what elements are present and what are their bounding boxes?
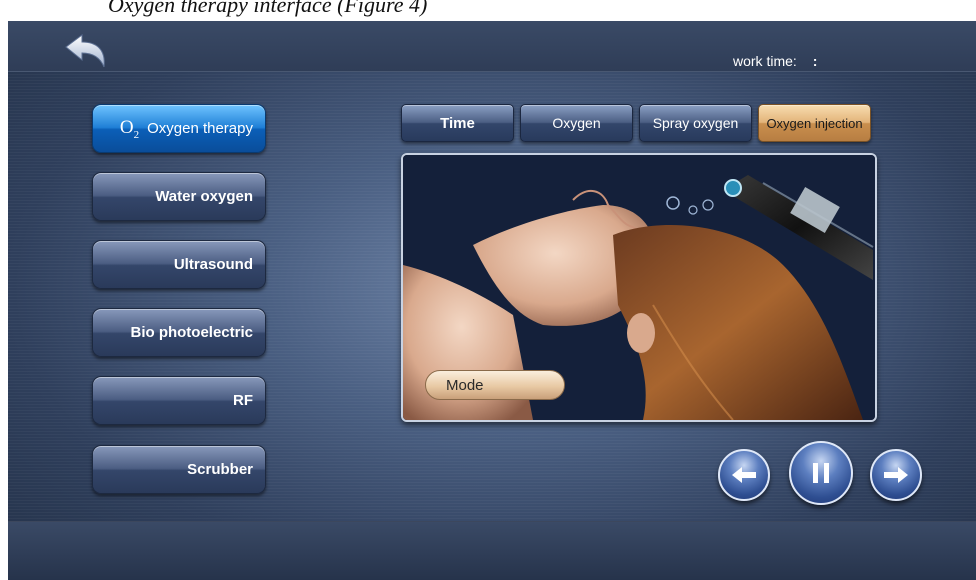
sidebar-item-oxygen-therapy[interactable]: O2 Oxygen therapy [92, 104, 266, 153]
back-button[interactable] [64, 33, 110, 71]
figure-caption: Oxygen therapy interface (Figure 4) [108, 0, 428, 17]
work-time-value: : [812, 53, 818, 69]
device-screen: work time:: O2 Oxygen therapy Water oxyg… [8, 21, 976, 580]
work-time-label: work time: [733, 53, 797, 69]
sidebar-item-rf[interactable]: RF [92, 376, 266, 425]
right-arrow-icon [884, 467, 908, 483]
tab-label: Spray oxygen [652, 115, 739, 131]
sidebar-item-label: Bio photoelectric [130, 324, 253, 341]
treatment-image-panel: Mode [401, 153, 877, 422]
header-bar [8, 21, 976, 72]
sidebar-item-label: Oxygen therapy [147, 120, 253, 137]
sidebar-item-bio-photoelectric[interactable]: Bio photoelectric [92, 308, 266, 357]
tab-label: Time [440, 114, 475, 132]
back-arrow-icon [65, 34, 105, 68]
sidebar-item-water-oxygen[interactable]: Water oxygen [92, 172, 266, 221]
pause-icon [813, 463, 829, 483]
work-time: work time:: [733, 53, 817, 69]
sidebar-item-label: RF [233, 392, 253, 409]
tab-oxygen[interactable]: Oxygen [520, 104, 633, 142]
left-arrow-icon [732, 467, 756, 483]
sidebar-item-label: Water oxygen [155, 188, 253, 205]
sidebar-item-scrubber[interactable]: Scrubber [92, 445, 266, 494]
sidebar-item-label: Scrubber [187, 461, 253, 478]
figure-caption-strip: Oxygen therapy interface (Figure 4) [0, 0, 976, 21]
mode-label: Mode [446, 376, 484, 394]
tab-oxygen-injection[interactable]: Oxygen injection [758, 104, 871, 142]
footer-bar [8, 521, 976, 580]
pause-button[interactable] [789, 441, 853, 505]
sidebar-item-ultrasound[interactable]: Ultrasound [92, 240, 266, 289]
next-button[interactable] [870, 449, 922, 501]
mode-button[interactable]: Mode [425, 370, 565, 400]
previous-button[interactable] [718, 449, 770, 501]
o2-icon: O2 [119, 116, 140, 141]
sidebar-item-label: Ultrasound [173, 256, 253, 273]
tab-label: Oxygen injection [766, 115, 863, 131]
tab-label: Oxygen [552, 115, 601, 131]
tab-time[interactable]: Time [401, 104, 514, 142]
tab-spray-oxygen[interactable]: Spray oxygen [639, 104, 752, 142]
